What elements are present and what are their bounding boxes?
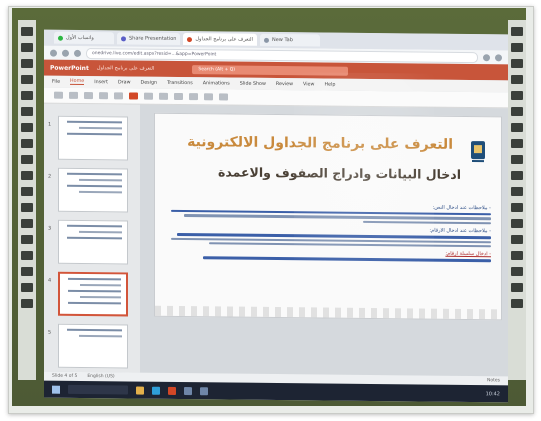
bullets-icon[interactable]: [159, 92, 168, 100]
decorative-border: [155, 305, 501, 320]
text-line: [183, 214, 491, 221]
tab-animations[interactable]: Animations: [203, 81, 230, 86]
slide-thumbnail[interactable]: [58, 219, 128, 265]
browser-tab[interactable]: Share Presentation: [117, 32, 181, 45]
slide-title: التعرف على برنامج الجداول الالكترونية: [187, 134, 453, 153]
thumbnail-number: 5: [48, 329, 52, 336]
tab-transitions[interactable]: Transitions: [167, 80, 193, 85]
browser-tab[interactable]: واتساب الأول: [54, 31, 114, 45]
file-explorer-icon[interactable]: [136, 386, 144, 395]
font-color-icon[interactable]: [129, 92, 138, 100]
tab-draw[interactable]: Draw: [118, 80, 131, 85]
font-icon[interactable]: [114, 92, 123, 100]
slide-subtitle: ادخال البيانات وادراج الصفوف والاعمدة: [218, 164, 461, 182]
whatsapp-icon: [58, 35, 63, 41]
text-line: [363, 220, 491, 225]
current-slide[interactable]: التعرف على برنامج الجداول الالكترونية اد…: [154, 112, 502, 321]
slide-body: - ملاحظات عند ادخال النص: - ملاحظات عند …: [171, 198, 491, 264]
powerpoint-icon: [187, 36, 193, 42]
bold-icon[interactable]: [144, 92, 153, 100]
refresh-icon[interactable]: [74, 49, 81, 57]
new-tab-icon: [263, 37, 269, 43]
new-slide-icon[interactable]: [84, 91, 93, 100]
browser-tab-active[interactable]: التعرف على برنامج الجداول: [183, 33, 257, 46]
browser-tab[interactable]: New Tab: [259, 33, 320, 47]
browser-icon[interactable]: [152, 386, 160, 395]
thumbnail-number: 2: [48, 173, 52, 180]
tab-slide-show[interactable]: Slide Show: [240, 81, 266, 86]
app-name: PowerPoint: [50, 64, 89, 72]
slide-thumbnail[interactable]: [58, 167, 128, 213]
paste-icon[interactable]: [69, 91, 78, 99]
thumbnail-number: 1: [48, 121, 52, 128]
comments-icon[interactable]: [219, 93, 228, 101]
university-logo-icon: [471, 141, 485, 163]
app-icon[interactable]: [184, 386, 192, 395]
language-indicator[interactable]: English (US): [87, 374, 114, 379]
text-line: [203, 256, 491, 262]
layout-icon[interactable]: [99, 92, 108, 100]
start-icon[interactable]: [52, 385, 60, 394]
tab-help[interactable]: Help: [324, 82, 335, 87]
back-icon[interactable]: [50, 49, 57, 57]
app-icon[interactable]: [200, 386, 208, 395]
tab-insert[interactable]: Insert: [94, 80, 108, 85]
powerpoint-taskbar-icon[interactable]: [168, 386, 176, 395]
search-input[interactable]: Search (Alt + Q): [192, 64, 349, 76]
document-name[interactable]: التعرف على برنامج الجداول: [97, 65, 155, 72]
clock: 10:42: [485, 390, 500, 397]
shapes-icon[interactable]: [189, 93, 198, 101]
projected-screen: واتساب الأول Share Presentation التعرف ع…: [44, 29, 508, 403]
arrange-icon[interactable]: [204, 93, 213, 101]
tab-view[interactable]: View: [303, 82, 314, 87]
slide-thumbnail-selected[interactable]: [58, 271, 128, 317]
slide-canvas: التعرف على برنامج الجداول الالكترونية اد…: [140, 104, 508, 377]
thumbnail-number: 3: [48, 225, 52, 232]
extensions-icon[interactable]: [483, 53, 490, 61]
tab-review[interactable]: Review: [276, 81, 293, 86]
whiteboard-right-strip: [508, 20, 526, 380]
slide-thumbnails-pane: 1 2 3 4 5: [44, 103, 140, 373]
undo-icon[interactable]: [54, 91, 63, 99]
tab-home[interactable]: Home: [70, 78, 85, 85]
profile-icon[interactable]: [495, 53, 502, 61]
slide-thumbnail[interactable]: [58, 115, 128, 161]
teams-icon: [121, 35, 126, 41]
text-line: [209, 242, 491, 248]
notes-button[interactable]: Notes: [487, 378, 500, 383]
slide-counter: Slide 4 of 5: [52, 373, 78, 379]
align-icon[interactable]: [174, 92, 183, 101]
tab-file[interactable]: File: [52, 79, 60, 84]
tab-design[interactable]: Design: [141, 80, 158, 85]
slide-thumbnail[interactable]: [58, 323, 128, 369]
taskbar-search[interactable]: [68, 384, 128, 395]
whiteboard-left-strip: [18, 20, 36, 380]
thumbnail-number: 4: [48, 277, 52, 284]
forward-icon[interactable]: [62, 49, 69, 57]
